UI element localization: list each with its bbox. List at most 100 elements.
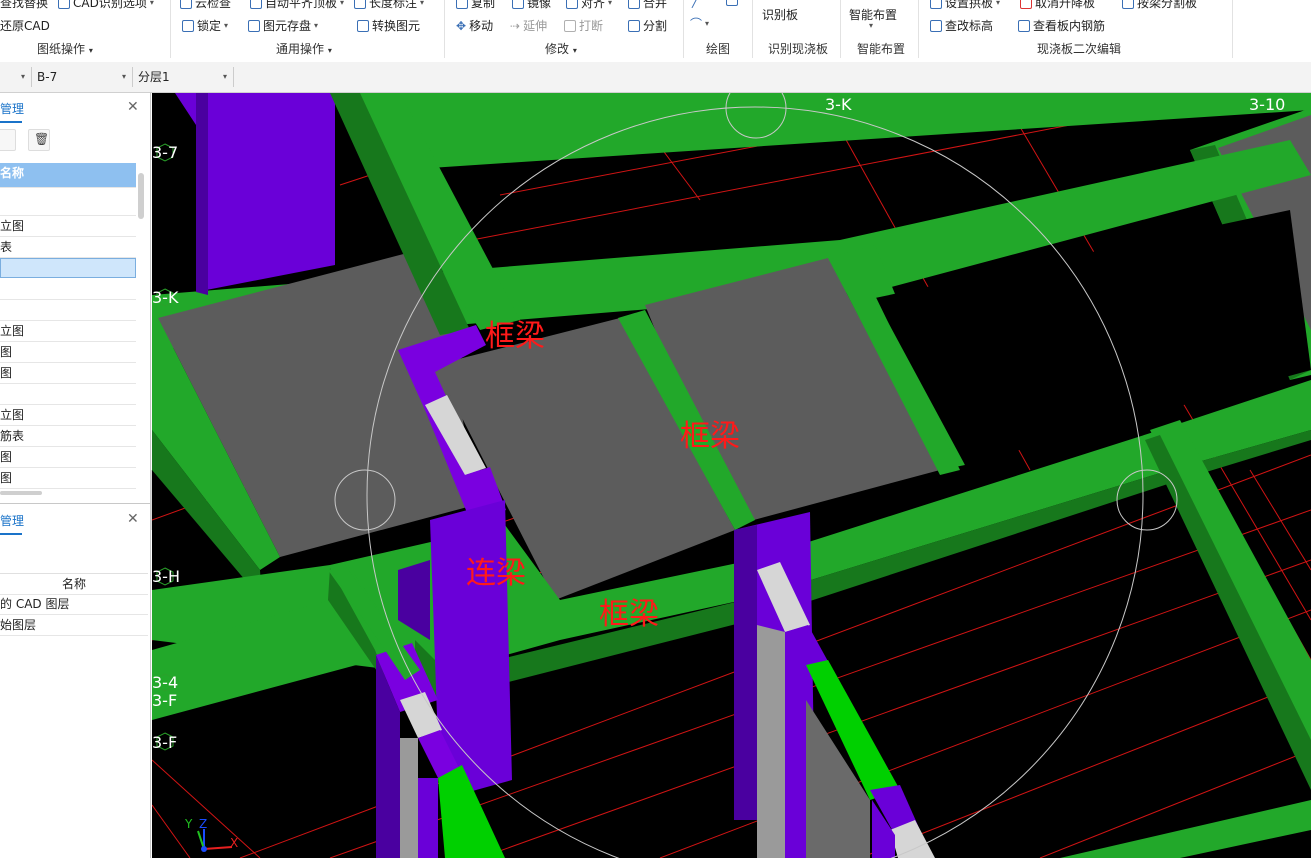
- arc-icon: ⌒: [690, 17, 703, 31]
- drawing-list-row[interactable]: 筋表: [0, 426, 136, 447]
- chevron-down-icon: ▾: [996, 0, 1001, 7]
- group-drawing-ops[interactable]: 图纸操作 ▾: [37, 40, 93, 57]
- panel-divider: [0, 503, 150, 504]
- drawing-list-row[interactable]: [0, 300, 136, 321]
- chevron-down-icon: ▾: [121, 72, 126, 81]
- close-icon[interactable]: ✕: [127, 511, 139, 527]
- drawing-list-scrollbar[interactable]: [138, 173, 144, 219]
- ribbon-separator: [170, 0, 171, 58]
- break-button[interactable]: 打断: [564, 17, 603, 34]
- auto-flat-slab-icon: [250, 0, 262, 9]
- tab-underline: [0, 533, 22, 535]
- trash-icon: 🗑: [34, 132, 50, 146]
- mirror-button[interactable]: 镜像: [512, 0, 551, 11]
- auto-flat-slab-button[interactable]: 自动平齐顶板 ▾: [250, 0, 344, 11]
- split-by-beam-button[interactable]: 按梁分割板: [1122, 0, 1197, 11]
- drawing-list-row[interactable]: 立图: [0, 405, 136, 426]
- ribbon-separator: [683, 0, 684, 58]
- beam-label: 框梁: [485, 319, 545, 354]
- line-draw-button[interactable]: ╱: [692, 0, 699, 8]
- group-general-ops[interactable]: 通用操作 ▾: [276, 40, 332, 57]
- merge-button[interactable]: 合并: [628, 0, 667, 11]
- layer-select[interactable]: 分层1 ▾: [134, 67, 234, 87]
- ribbon-separator: [444, 0, 445, 58]
- convert-element-button[interactable]: 转换图元: [357, 17, 420, 34]
- tab-layer-management[interactable]: 管理: [0, 507, 24, 535]
- restore-cad-button[interactable]: 还原CAD: [0, 17, 50, 34]
- break-icon: [564, 19, 576, 32]
- ribbon-separator: [918, 0, 919, 58]
- set-slope-button[interactable]: 设置拱板 ▾: [930, 0, 1000, 11]
- chevron-down-icon: ▾: [327, 46, 332, 55]
- layer-list-header: 名称: [0, 573, 148, 595]
- cloud-check-button[interactable]: 云检查: [180, 0, 231, 11]
- split-by-beam-icon: [1122, 0, 1134, 9]
- drawing-list-row[interactable]: [0, 195, 136, 216]
- delete-button[interactable]: 🗑: [28, 129, 50, 151]
- extend-icon: ⇢: [510, 18, 521, 33]
- close-icon[interactable]: ✕: [127, 99, 139, 115]
- view-slab-rebar-button[interactable]: 查看板内钢筋: [1018, 17, 1105, 34]
- tab-drawing-management[interactable]: 管理: [0, 95, 24, 123]
- align-button[interactable]: 对齐 ▾: [566, 0, 612, 11]
- lock-icon: [182, 19, 194, 32]
- drawing-list-row[interactable]: [0, 258, 136, 278]
- modify-elevation-button[interactable]: 查改标高: [930, 17, 993, 34]
- view-rebar-icon: [1018, 19, 1030, 32]
- modify-elevation-icon: [930, 19, 942, 32]
- axis-label: 3-K: [152, 288, 179, 307]
- z-axis-label: Z: [199, 817, 208, 831]
- split-icon: [628, 19, 640, 32]
- arc-draw-button[interactable]: ⌒ ▾: [690, 15, 709, 32]
- drawing-list-row[interactable]: 立图: [0, 321, 136, 342]
- drawing-list-row[interactable]: [0, 279, 136, 300]
- drawing-list-header[interactable]: 名称: [0, 163, 136, 188]
- ribbon-separator: [1232, 0, 1233, 58]
- chevron-down-icon: ▾: [222, 72, 227, 81]
- rect-draw-button[interactable]: [726, 0, 738, 6]
- axis-label: 3-7: [152, 143, 179, 162]
- drawing-list-row[interactable]: 立图: [0, 216, 136, 237]
- cancel-lift-button[interactable]: 取消升降板: [1020, 0, 1095, 11]
- drawing-list-row[interactable]: 图: [0, 468, 136, 489]
- floor-select[interactable]: ▾: [0, 67, 32, 87]
- drawing-list-row[interactable]: 图: [0, 363, 136, 384]
- layer-row[interactable]: 始图层: [0, 615, 148, 636]
- split-button[interactable]: 分割: [628, 17, 667, 34]
- axis-label: 3-4: [152, 673, 179, 692]
- drawing-list-row[interactable]: 表: [0, 237, 136, 258]
- cancel-lift-icon: [1020, 0, 1032, 9]
- drawing-list-row[interactable]: 图: [0, 342, 136, 363]
- chevron-down-icon: ▾: [869, 21, 874, 30]
- horizontal-scrollbar[interactable]: [0, 491, 42, 495]
- selection-toolbar: ▾ B-7 ▾ 分层1 ▾: [0, 62, 1311, 93]
- left-sidebar: 管理 ✕ 🗑 名称 立图表立图图图立图 筋表图图 管理 ✕ 名称 的 CAD 图层 …: [0, 93, 151, 858]
- cloud-check-icon: [180, 0, 192, 9]
- length-annotation-button[interactable]: 长度标注 ▾: [354, 0, 424, 11]
- lock-button[interactable]: 锁定 ▾: [182, 17, 228, 34]
- add-drawing-button[interactable]: [0, 129, 16, 151]
- copy-button[interactable]: 复制: [456, 0, 495, 11]
- component-select[interactable]: B-7 ▾: [33, 67, 133, 87]
- move-button[interactable]: ✥ 移动: [456, 17, 493, 34]
- x-axis-label: X: [230, 836, 239, 850]
- cad-options-icon: [58, 0, 70, 9]
- find-replace-button[interactable]: 查找替换: [0, 0, 48, 11]
- rectangle-icon: [726, 0, 738, 6]
- set-slope-icon: [930, 0, 942, 9]
- align-icon: [566, 0, 578, 9]
- drawing-list-row[interactable]: [0, 384, 136, 405]
- chevron-down-icon: ▾: [88, 46, 93, 55]
- smart-layout-dropdown[interactable]: ▾: [869, 21, 873, 30]
- layer-row[interactable]: 的 CAD 图层: [0, 594, 148, 615]
- drawing-list-row[interactable]: 图: [0, 447, 136, 468]
- cad-options-button[interactable]: CAD识别选项 ▾: [58, 0, 154, 11]
- identify-slab-button[interactable]: 识别板: [762, 6, 798, 23]
- y-axis-label: Y: [185, 817, 193, 831]
- group-modify[interactable]: 修改 ▾: [545, 40, 577, 57]
- extend-button[interactable]: ⇢ 延伸: [510, 17, 547, 34]
- group-smart-layout: 智能布置: [857, 42, 906, 56]
- 3d-viewport[interactable]: 3-K 3-10 3-7 3-K 3-H 3-4 3-F 3-F 框梁 框梁 连…: [152, 93, 1311, 858]
- store-element-button[interactable]: 图元存盘 ▾: [248, 17, 318, 34]
- convert-element-icon: [357, 19, 369, 32]
